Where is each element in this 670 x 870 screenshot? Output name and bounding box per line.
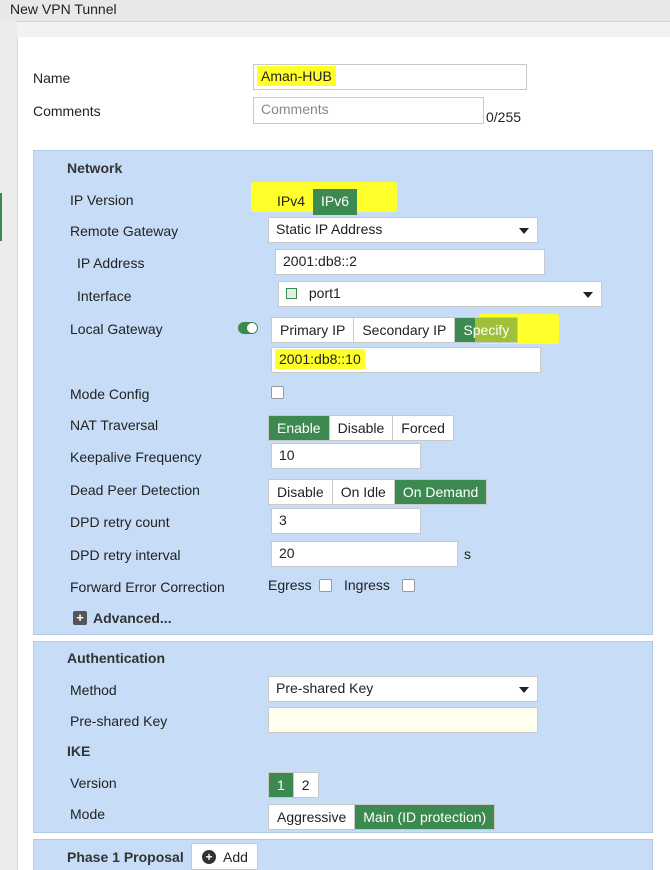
comments-placeholder: Comments xyxy=(261,101,329,117)
comments-counter: 0/255 xyxy=(486,109,522,125)
dpd-on-idle[interactable]: On Idle xyxy=(333,480,395,504)
fec-ingress-label: Ingress xyxy=(344,577,390,593)
ip-address-label: IP Address xyxy=(77,255,145,271)
chevron-down-icon xyxy=(519,687,529,693)
ip-address-input[interactable]: 2001:db8::2 xyxy=(275,249,545,275)
authentication-heading: Authentication xyxy=(67,650,165,666)
ike-mode-main[interactable]: Main (ID protection) xyxy=(355,805,495,829)
ip-version-ipv4[interactable]: IPv4 xyxy=(269,189,313,215)
local-gateway-primary-ip[interactable]: Primary IP xyxy=(272,318,355,342)
ip-address-value: 2001:db8::2 xyxy=(283,253,357,269)
local-gateway-toggle[interactable] xyxy=(238,322,258,334)
dpd-disable[interactable]: Disable xyxy=(269,480,333,504)
ike-version-2[interactable]: 2 xyxy=(294,773,318,797)
remote-gateway-select[interactable]: Static IP Address xyxy=(268,217,538,243)
psk-label: Pre-shared Key xyxy=(70,713,168,729)
ike-mode-label: Mode xyxy=(70,806,106,822)
phase1-add-label: Add xyxy=(223,848,248,865)
plus-circle-icon: + xyxy=(202,849,216,864)
local-gateway-label: Local Gateway xyxy=(70,321,163,337)
local-gateway-specify[interactable]: Specify xyxy=(455,318,518,342)
phase1-heading: Phase 1 Proposal xyxy=(67,849,184,865)
ip-version-ipv6[interactable]: IPv6 xyxy=(313,189,358,215)
chevron-down-icon xyxy=(519,228,529,234)
nat-traversal-options: Enable Disable Forced xyxy=(268,415,454,441)
remote-gateway-value: Static IP Address xyxy=(276,221,383,237)
remote-gateway-label: Remote Gateway xyxy=(70,223,179,239)
ip-version-label: IP Version xyxy=(70,192,134,208)
advanced-toggle[interactable]: + Advanced... xyxy=(73,610,172,626)
dpd-retry-interval-unit: s xyxy=(464,546,471,562)
ike-mode-aggressive[interactable]: Aggressive xyxy=(269,805,356,829)
local-gateway-ip-input[interactable]: 2001:db8::10 xyxy=(271,347,541,373)
name-input[interactable]: Aman-HUB xyxy=(253,64,527,90)
plus-square-icon: + xyxy=(73,611,87,625)
interface-label: Interface xyxy=(77,288,132,304)
local-gateway-options: Primary IP Secondary IP Specify xyxy=(271,317,519,343)
method-label: Method xyxy=(70,682,117,698)
mode-config-checkbox[interactable] xyxy=(271,386,284,399)
name-label: Name xyxy=(33,70,71,86)
phase1-add-button[interactable]: + Add xyxy=(191,843,258,870)
fec-egress-label: Egress xyxy=(268,577,312,593)
nat-traversal-label: NAT Traversal xyxy=(70,417,159,433)
dpd-retry-interval-input[interactable]: 20 xyxy=(271,541,458,567)
keepalive-value: 10 xyxy=(279,447,295,463)
network-heading: Network xyxy=(67,160,123,176)
fec-label: Forward Error Correction xyxy=(70,579,225,595)
local-gateway-secondary-ip[interactable]: Secondary IP xyxy=(354,318,456,342)
dpd-options: Disable On Idle On Demand xyxy=(268,479,488,505)
ike-version-options: 1 2 xyxy=(268,772,319,798)
method-value: Pre-shared Key xyxy=(276,680,374,696)
dpd-on-demand[interactable]: On Demand xyxy=(394,480,487,504)
fec-egress-checkbox[interactable] xyxy=(319,579,332,592)
window-title: New VPN Tunnel xyxy=(10,1,117,17)
name-value: Aman-HUB xyxy=(257,66,336,86)
comments-label: Comments xyxy=(33,103,101,119)
interface-value: port1 xyxy=(308,285,341,301)
left-strip xyxy=(0,21,17,870)
local-gateway-ip-value: 2001:db8::10 xyxy=(275,349,365,369)
dpd-label: Dead Peer Detection xyxy=(70,482,200,498)
ike-version-1[interactable]: 1 xyxy=(269,773,294,797)
dpd-retry-count-value: 3 xyxy=(279,512,287,528)
ip-version-toggle: IPv4 IPv6 xyxy=(269,189,358,215)
ike-heading: IKE xyxy=(67,743,91,759)
keepalive-label: Keepalive Frequency xyxy=(70,449,202,465)
psk-input[interactable] xyxy=(268,707,538,733)
interface-select[interactable]: port1 xyxy=(278,281,602,307)
mode-config-label: Mode Config xyxy=(70,386,150,402)
ike-mode-options: Aggressive Main (ID protection) xyxy=(268,804,496,830)
dpd-retry-interval-label: DPD retry interval xyxy=(70,547,181,563)
nat-traversal-disable[interactable]: Disable xyxy=(330,416,394,440)
ike-version-label: Version xyxy=(70,775,117,791)
advanced-label: Advanced... xyxy=(93,610,172,626)
comments-textarea[interactable]: Comments xyxy=(253,97,484,124)
dpd-retry-interval-value: 20 xyxy=(279,545,295,561)
network-port-icon xyxy=(286,288,297,299)
nat-traversal-forced[interactable]: Forced xyxy=(393,416,453,440)
keepalive-input[interactable]: 10 xyxy=(271,443,421,469)
method-select[interactable]: Pre-shared Key xyxy=(268,676,538,702)
dpd-retry-count-input[interactable]: 3 xyxy=(271,508,421,534)
nat-traversal-enable[interactable]: Enable xyxy=(269,416,330,440)
window-titlebar: New VPN Tunnel xyxy=(0,0,670,22)
chevron-down-icon xyxy=(583,292,593,298)
dpd-retry-count-label: DPD retry count xyxy=(70,514,170,530)
fec-ingress-checkbox[interactable] xyxy=(402,579,415,592)
